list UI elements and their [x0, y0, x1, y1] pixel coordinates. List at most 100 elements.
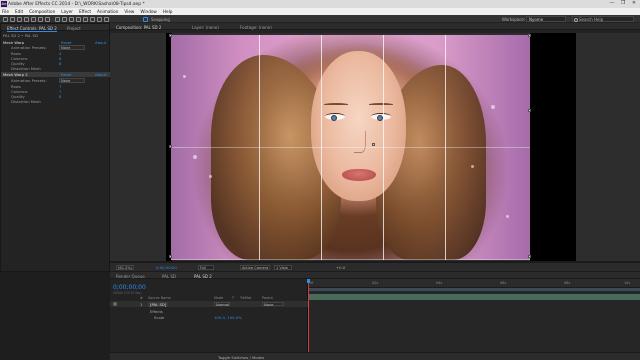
layer-duration-bar[interactable] [308, 294, 640, 300]
tab-pal-sd-2[interactable]: PAL SD 2 [194, 274, 212, 280]
blend-mode-select[interactable]: Normal [214, 301, 230, 306]
magnification-select[interactable]: (61.2%) [116, 264, 134, 270]
menu-composition[interactable]: Composition [29, 8, 55, 15]
mesh-handle[interactable] [528, 255, 531, 258]
app-logo-icon: Ae [1, 1, 7, 7]
column-t: T [232, 296, 235, 300]
menu-file[interactable]: File [2, 8, 9, 15]
menu-animation[interactable]: Animation [97, 8, 118, 15]
timeline-frame-count: 00000 (29.97 fps) [113, 291, 142, 295]
pen-tool-icon[interactable] [62, 16, 67, 22]
brush-tool-icon[interactable] [76, 16, 81, 22]
exposure-value[interactable]: +0.0 [336, 265, 345, 270]
menu-layer[interactable]: Layer [61, 8, 73, 15]
quality-value[interactable]: 8 [59, 94, 61, 99]
param-label: Distortion Mesh [11, 66, 41, 71]
effect-controls-panel: Effect Controls: PAL SD 2 Project PAL SD… [0, 23, 111, 272]
search-help-input[interactable]: Search Help [572, 16, 634, 22]
mesh-handle[interactable] [169, 34, 172, 37]
animation-presets-select[interactable]: None [59, 78, 85, 83]
animation-presets-select[interactable]: None [59, 45, 85, 50]
close-button[interactable]: ✕ [630, 1, 638, 7]
timeline-bottom-bar: Toggle Switches / Modes [110, 352, 640, 360]
reset-button[interactable]: Reset [61, 72, 72, 77]
lips [342, 169, 376, 181]
mesh-line [171, 259, 530, 260]
brow-left [324, 103, 348, 106]
minimize-button[interactable]: — [608, 1, 616, 7]
effect-name-mesh-warp-2[interactable]: Mesh Warp 2 [3, 72, 28, 77]
work-area-bar[interactable] [308, 288, 640, 291]
pan-behind-tool-icon[interactable] [45, 16, 50, 22]
mesh-handle[interactable] [528, 109, 531, 112]
menu-effect[interactable]: Effect [79, 8, 91, 15]
maximize-button[interactable]: ❐ [619, 1, 627, 7]
workspace-label: Workspace: [502, 16, 526, 22]
scale-property[interactable]: Scale [154, 315, 164, 320]
quality-value[interactable]: 8 [59, 61, 61, 66]
search-icon [574, 17, 578, 22]
tab-pal-sd[interactable]: PAL SD [162, 274, 176, 279]
workspace-select[interactable]: Nyome [526, 16, 566, 22]
composition-image [171, 35, 530, 260]
scale-value[interactable]: 100.0, 100.0% [214, 315, 242, 320]
ruler-mark: 04s [436, 281, 443, 285]
table-row[interactable]: 1 [PAL SD] Normal None [110, 301, 308, 307]
zoom-tool-icon[interactable] [24, 16, 29, 22]
parent-select[interactable]: None [262, 301, 284, 306]
resolution-select[interactable]: Full [198, 264, 214, 270]
mesh-handle[interactable] [372, 143, 375, 146]
camera-tool-icon[interactable] [38, 16, 43, 22]
tab-effect-controls[interactable]: Effect Controls: PAL SD 2 [7, 26, 57, 32]
column-trkmat: TrkMat [240, 296, 252, 300]
mesh-handle[interactable] [169, 145, 172, 148]
about-button[interactable]: About [95, 72, 106, 77]
toggle-switches-modes[interactable]: Toggle Switches / Modes [218, 355, 264, 360]
tab-project[interactable]: Project [67, 26, 81, 31]
current-time-indicator[interactable] [308, 279, 309, 352]
rectangle-tool-icon[interactable] [55, 16, 60, 22]
home-icon[interactable] [3, 16, 8, 22]
layer-index: 1 [140, 302, 143, 307]
clone-stamp-tool-icon[interactable] [83, 16, 88, 22]
eraser-tool-icon[interactable] [90, 16, 95, 22]
effects-group[interactable]: Effects [150, 309, 163, 314]
views-select[interactable]: 1 View [274, 264, 292, 270]
menu-edit[interactable]: Edit [15, 8, 23, 15]
selection-tool-icon[interactable] [10, 16, 15, 22]
ruler-mark: 0f [310, 281, 314, 285]
tab-render-queue[interactable]: Render Queue [116, 274, 145, 279]
brow-right [369, 103, 393, 106]
puppet-tool-icon[interactable] [104, 16, 109, 22]
tab-composition[interactable]: Composition: PAL SD 2 [116, 25, 162, 31]
menu-window[interactable]: Window [140, 8, 157, 15]
tab-layer[interactable]: Layer: (none) [192, 25, 219, 30]
menu-help[interactable]: Help [163, 8, 173, 15]
playhead-handle[interactable] [307, 279, 310, 283]
timeline-panel: Render Queue PAL SD PAL SD 2 0;00;00;00 … [110, 272, 640, 352]
menu-view[interactable]: View [124, 8, 134, 15]
rotate-tool-icon[interactable] [31, 16, 36, 22]
tab-footage[interactable]: Footage: (none) [240, 25, 272, 30]
layer-name[interactable]: [PAL SD] [148, 301, 169, 307]
ruler-mark: 10s [624, 281, 631, 285]
visibility-eye-icon[interactable] [113, 302, 117, 306]
column-mode: Mode [214, 296, 224, 300]
hand-tool-icon[interactable] [17, 16, 22, 22]
active-camera-select[interactable]: Active Camera [240, 264, 270, 270]
mesh-handle[interactable] [169, 255, 172, 258]
roto-brush-tool-icon[interactable] [97, 16, 102, 22]
param-label: Animation Presets: [11, 45, 47, 50]
ruler-mark: 02s [372, 281, 379, 285]
mesh-line [171, 147, 530, 148]
current-time[interactable]: 0;00;00;00 [156, 265, 177, 270]
snapping-label: Snapping [151, 16, 170, 22]
type-tool-icon[interactable] [69, 16, 74, 22]
column-source-name[interactable]: Source Name [148, 296, 171, 300]
timeline-timecode[interactable]: 0;00;00;00 [113, 284, 146, 291]
info-panel [0, 272, 110, 360]
about-button[interactable]: About [95, 40, 106, 45]
composition-viewer[interactable] [110, 33, 640, 261]
mesh-handle[interactable] [528, 34, 531, 37]
snapping-checkbox[interactable] [143, 16, 148, 22]
